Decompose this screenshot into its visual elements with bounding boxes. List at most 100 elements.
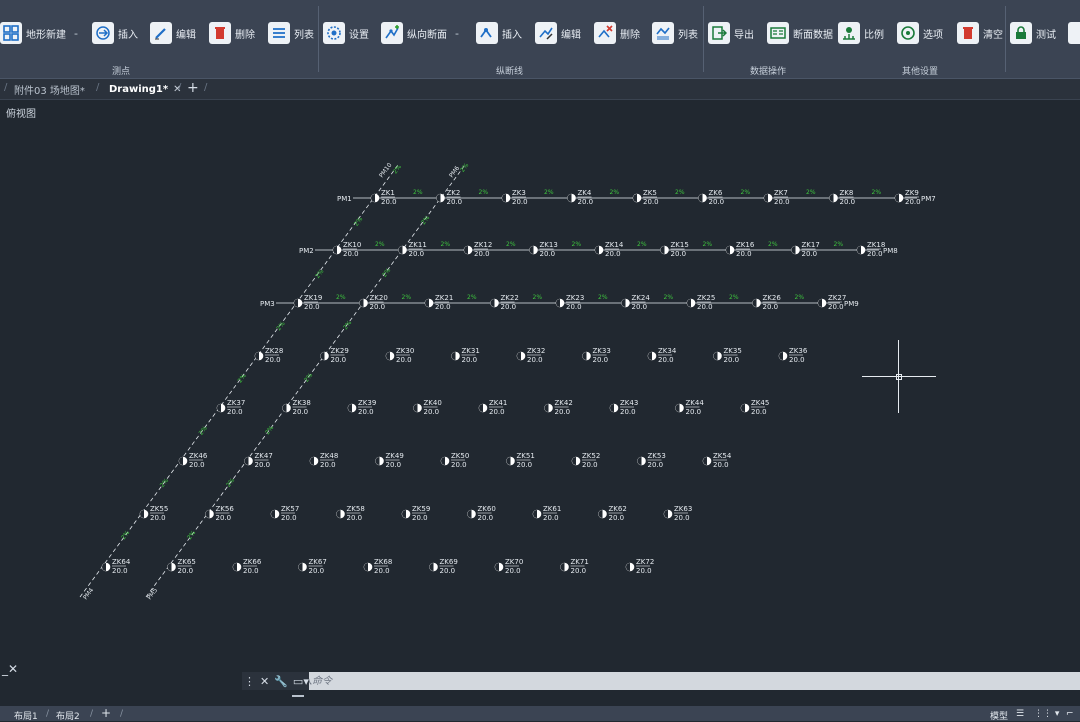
settings-button[interactable]: 设置 bbox=[323, 20, 369, 46]
drawing-canvas[interactable]: PM10 PM6PM4 PM52% 2%2% 2%2% 2%2% 2%2% 2%2% 2%2% 2… bbox=[0, 99, 1080, 669]
point-name: ZK60 bbox=[478, 505, 496, 513]
diag-line-label: PM5 bbox=[146, 587, 159, 601]
button-label: 删除 bbox=[620, 29, 640, 41]
export-button[interactable]: 导出 bbox=[708, 20, 754, 46]
menu-icon[interactable]: ⌐ bbox=[1066, 709, 1074, 719]
survey-point-half bbox=[244, 457, 249, 465]
profile-new-button[interactable]: 纵向断面 - bbox=[381, 20, 459, 46]
dropdown-dash[interactable]: - bbox=[455, 27, 459, 40]
grid-snap-icon[interactable]: ⋮⋮ ▾ bbox=[1034, 709, 1059, 719]
slope-label: 2% bbox=[381, 267, 392, 279]
point-name: ZK40 bbox=[424, 399, 442, 407]
point-elev: 20.0 bbox=[543, 514, 559, 522]
line-insert-button[interactable]: 插入 bbox=[476, 20, 522, 46]
slope-label: 2% bbox=[741, 189, 751, 196]
terrain-new-button[interactable]: 地形新建 - bbox=[0, 20, 78, 46]
point-elev: 20.0 bbox=[620, 408, 636, 416]
slope-label: 2% bbox=[314, 268, 325, 280]
point-name: ZK11 bbox=[409, 241, 427, 249]
lineweight-icon[interactable]: ☰ bbox=[1016, 709, 1024, 719]
survey-point-half bbox=[502, 194, 506, 202]
insert-button[interactable]: 插入 bbox=[92, 20, 138, 46]
overflow-icon bbox=[1068, 22, 1080, 44]
point-name: ZK38 bbox=[293, 399, 311, 407]
edit-button[interactable]: 编辑 bbox=[150, 20, 196, 46]
point-elev: 20.0 bbox=[709, 198, 725, 206]
delete-button[interactable]: 删除 bbox=[209, 20, 255, 46]
point-name: ZK19 bbox=[304, 294, 322, 302]
point-elev: 20.0 bbox=[555, 408, 571, 416]
survey-point-half bbox=[567, 194, 572, 202]
point-elev: 20.0 bbox=[189, 461, 205, 469]
survey-point-half bbox=[726, 246, 730, 254]
survey-point-half bbox=[413, 404, 418, 412]
grip-icon[interactable]: ⋮ bbox=[244, 675, 255, 688]
trash-icon bbox=[209, 22, 231, 44]
tab-drawing1[interactable]: Drawing1* ✕ bbox=[109, 82, 182, 97]
survey-point-half bbox=[102, 563, 106, 571]
clear-button[interactable]: 清空 bbox=[957, 20, 1003, 46]
tab-attachment-drawing[interactable]: 附件03 场地图* bbox=[14, 82, 85, 97]
survey-point-half bbox=[713, 352, 718, 360]
point-elev: 20.0 bbox=[358, 408, 374, 416]
point-name: ZK68 bbox=[374, 558, 392, 566]
line-insert-icon bbox=[476, 22, 498, 44]
model-space-toggle[interactable]: 模型 bbox=[990, 709, 1008, 722]
point-elev: 20.0 bbox=[347, 514, 363, 522]
tab-label: 附件03 场地图* bbox=[14, 86, 85, 97]
point-name: ZK35 bbox=[724, 347, 742, 355]
add-tab-icon[interactable]: + bbox=[187, 80, 199, 96]
survey-point-half bbox=[348, 404, 352, 412]
close-icon[interactable]: ✕ bbox=[260, 675, 269, 688]
slope-label: 2% bbox=[703, 241, 713, 248]
resize-handle[interactable] bbox=[292, 695, 304, 697]
options-button[interactable]: 选项 bbox=[897, 20, 943, 46]
section-data-button[interactable]: 断面数据 bbox=[767, 20, 833, 46]
row-end-label: PM7 bbox=[921, 195, 936, 203]
point-name: ZK24 bbox=[632, 294, 651, 302]
layout-tab-2[interactable]: 布局2 bbox=[56, 709, 80, 722]
lock-button[interactable]: 测试 bbox=[1010, 20, 1056, 46]
survey-point-half bbox=[217, 404, 221, 412]
add-layout-icon[interactable]: + bbox=[101, 706, 111, 720]
list-button[interactable]: 列表 bbox=[268, 20, 314, 46]
survey-point-half bbox=[595, 246, 599, 254]
ribbon-overflow-button[interactable] bbox=[1068, 20, 1080, 46]
survey-point-half bbox=[687, 299, 691, 307]
line-list-button[interactable]: 列表 bbox=[652, 20, 698, 46]
point-name: ZK16 bbox=[736, 241, 755, 249]
point-name: ZK34 bbox=[658, 347, 677, 355]
line-delete-button[interactable]: 删除 bbox=[594, 20, 640, 46]
survey-point-half bbox=[398, 246, 403, 254]
button-label: 断面数据 bbox=[793, 29, 833, 41]
point-name: ZK23 bbox=[566, 294, 584, 302]
survey-point-half bbox=[779, 352, 783, 360]
group-label-lines: 纵断线 bbox=[496, 67, 524, 77]
survey-point-half bbox=[572, 457, 576, 465]
group-label-points: 测点 bbox=[112, 67, 131, 77]
point-name: ZK71 bbox=[571, 558, 589, 566]
survey-point-half bbox=[664, 510, 668, 518]
wrench-icon[interactable]: 🔧 bbox=[274, 675, 288, 688]
point-elev: 20.0 bbox=[478, 514, 494, 522]
point-name: ZK21 bbox=[435, 294, 453, 302]
point-name: ZK36 bbox=[789, 347, 808, 355]
layout-tab-1[interactable]: 布局1 bbox=[14, 709, 38, 722]
line-edit-button[interactable]: 编辑 bbox=[535, 20, 581, 46]
ribbon-separator bbox=[318, 6, 319, 72]
dropdown-dash[interactable]: - bbox=[74, 27, 78, 40]
point-name: ZK6 bbox=[709, 189, 723, 197]
survey-point-half bbox=[610, 404, 614, 412]
survey-point-half bbox=[517, 352, 521, 360]
scale-button[interactable]: 比例 bbox=[838, 20, 884, 46]
point-name: ZK33 bbox=[593, 347, 611, 355]
survey-point-half bbox=[648, 352, 652, 360]
slope-label: 2% bbox=[479, 189, 489, 196]
clear-icon bbox=[957, 22, 979, 44]
command-history-icon[interactable]: ▭▾ bbox=[293, 675, 309, 688]
survey-point-half bbox=[429, 563, 434, 571]
point-elev: 20.0 bbox=[462, 356, 478, 364]
point-elev: 20.0 bbox=[632, 303, 648, 311]
command-input[interactable] bbox=[290, 672, 1064, 690]
point-name: ZK31 bbox=[462, 347, 480, 355]
